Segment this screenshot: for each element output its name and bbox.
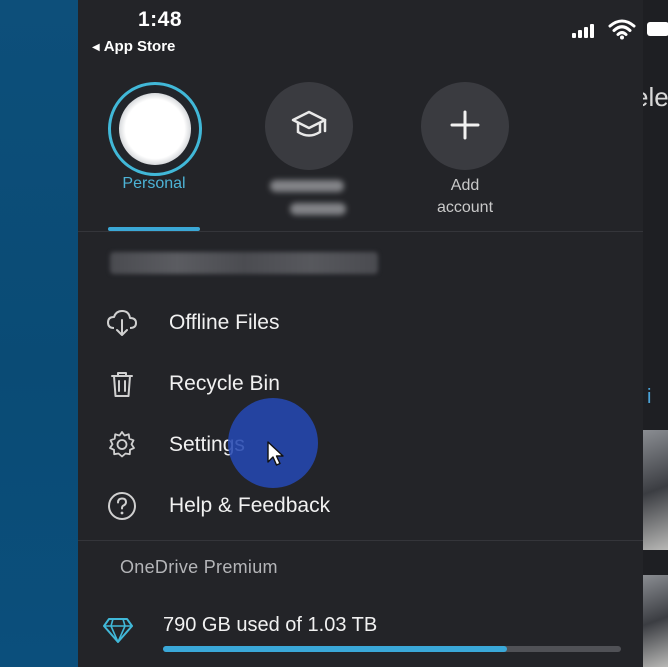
gear-icon — [109, 431, 135, 458]
background-photo — [643, 575, 668, 667]
menu-item-offline-files[interactable]: Offline Files — [105, 300, 605, 344]
background-link-fragment: i — [647, 386, 652, 408]
background-app-left — [0, 0, 78, 667]
mouse-pointer-icon — [267, 441, 284, 466]
cellular-signal-icon — [572, 22, 598, 38]
back-label: App Store — [103, 38, 176, 55]
account-label-personal: Personal — [122, 175, 186, 192]
menu-label: Offline Files — [169, 311, 280, 334]
help-circle-icon — [108, 492, 136, 520]
back-to-app-store-link[interactable]: ◀ App Store — [92, 38, 175, 55]
background-title-fragment: ele — [643, 82, 668, 112]
storage-progress-bar — [163, 646, 621, 652]
trash-icon — [111, 372, 133, 397]
menu-label: Recycle Bin — [169, 372, 280, 395]
status-bar: 1:48 ◀ App Store — [0, 0, 668, 60]
status-time: 1:48 — [138, 8, 183, 31]
storage-progress-fill — [163, 646, 507, 652]
background-photo — [643, 430, 668, 550]
menu-item-recycle-bin[interactable]: Recycle Bin — [105, 361, 605, 405]
plus-icon — [450, 110, 480, 140]
add-account-label: Add account — [436, 177, 494, 216]
diamond-icon — [103, 618, 133, 643]
avatar — [119, 93, 191, 165]
back-arrow-icon: ◀ — [92, 42, 100, 53]
wifi-icon — [608, 19, 636, 40]
add-account-button[interactable] — [421, 82, 509, 170]
account-email-redacted — [110, 252, 378, 274]
menu-label: Help & Feedback — [169, 494, 331, 517]
storage-usage-text[interactable]: 790 GB used of 1.03 TB — [163, 614, 377, 637]
cloud-download-icon — [107, 310, 137, 336]
personal-account-avatar[interactable] — [108, 82, 202, 176]
menu-item-help-feedback[interactable]: Help & Feedback — [105, 483, 605, 527]
menu-item-settings[interactable]: Settings — [105, 422, 605, 466]
work-school-account-button[interactable] — [265, 82, 353, 170]
battery-icon — [647, 22, 668, 36]
divider — [78, 540, 643, 541]
account-label-redacted — [290, 203, 346, 215]
graduation-cap-icon — [291, 110, 327, 137]
account-label-redacted — [270, 180, 344, 192]
background-app-right: ele i — [643, 0, 668, 667]
divider — [78, 231, 643, 232]
onedrive-premium-title: OneDrive Premium — [120, 557, 278, 577]
